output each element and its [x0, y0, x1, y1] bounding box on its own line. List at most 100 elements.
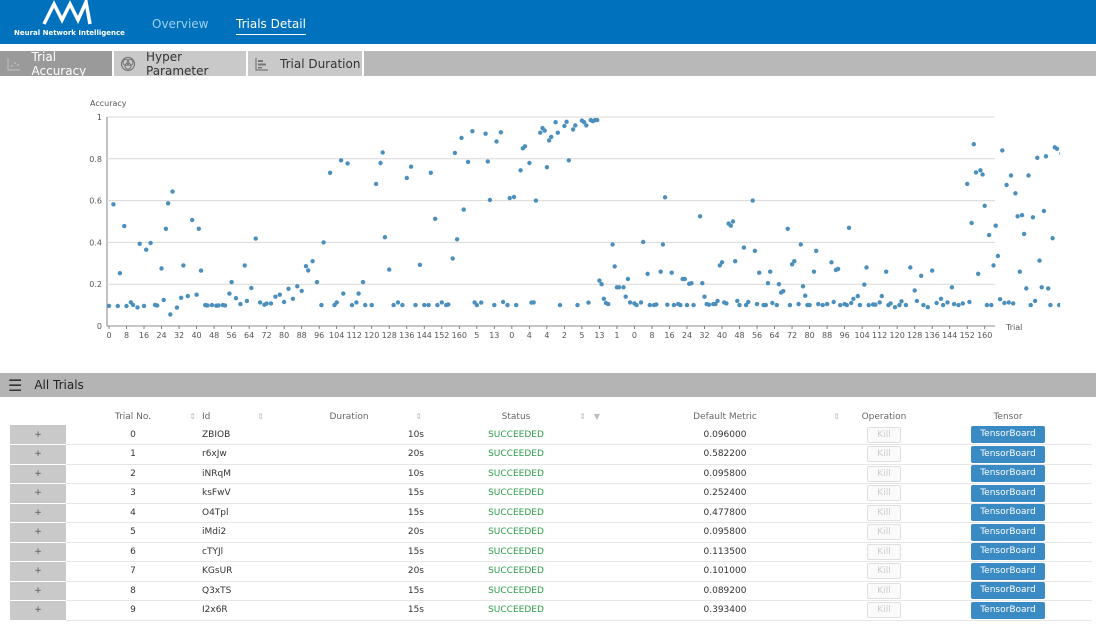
data-point[interactable] [1057, 302, 1060, 308]
data-point[interactable] [971, 142, 976, 147]
data-point[interactable] [141, 303, 147, 309]
data-point[interactable] [700, 281, 705, 286]
data-point[interactable] [168, 312, 173, 317]
nav-overview[interactable]: Overview [152, 17, 209, 31]
data-point[interactable] [986, 232, 992, 238]
data-point[interactable] [733, 259, 738, 264]
data-point[interactable] [960, 301, 965, 306]
data-point[interactable] [229, 279, 234, 285]
data-point[interactable] [702, 294, 707, 299]
data-point[interactable] [1054, 146, 1060, 151]
kill-button[interactable]: Kill [867, 524, 901, 541]
data-point[interactable] [930, 268, 935, 273]
data-point[interactable] [281, 299, 287, 305]
data-point[interactable] [785, 226, 790, 231]
data-point[interactable] [625, 276, 631, 282]
data-point[interactable] [897, 302, 902, 308]
data-point[interactable] [634, 302, 639, 308]
data-point[interactable] [849, 300, 854, 306]
data-point[interactable] [144, 247, 149, 252]
data-point[interactable] [174, 305, 180, 310]
data-point[interactable] [209, 302, 215, 308]
data-point[interactable] [242, 263, 247, 268]
data-point[interactable] [866, 302, 871, 308]
data-point[interactable] [422, 302, 427, 308]
data-point[interactable] [474, 302, 479, 308]
kill-button[interactable]: Kill [867, 602, 901, 619]
data-point[interactable] [820, 302, 825, 308]
data-point[interactable] [233, 296, 239, 301]
data-point[interactable] [286, 286, 291, 291]
data-point[interactable] [967, 299, 972, 305]
data-point[interactable] [369, 302, 374, 308]
data-point[interactable] [400, 302, 405, 308]
data-point[interactable] [349, 302, 355, 308]
tensorboard-button[interactable]: TensorBoard [971, 445, 1045, 463]
data-point[interactable] [161, 297, 166, 303]
data-point[interactable] [984, 302, 990, 308]
data-point[interactable] [623, 294, 628, 299]
data-point[interactable] [1026, 173, 1031, 178]
data-point[interactable] [227, 291, 232, 296]
data-point[interactable] [566, 158, 571, 163]
data-point[interactable] [835, 266, 841, 272]
kill-button[interactable]: Kill [867, 446, 901, 463]
data-point[interactable] [595, 117, 600, 123]
data-point[interactable] [691, 302, 696, 308]
data-point[interactable] [314, 279, 320, 285]
data-point[interactable] [884, 269, 889, 274]
data-point[interactable] [754, 301, 760, 307]
data-point[interactable] [544, 165, 550, 170]
data-point[interactable] [439, 300, 444, 305]
data-point[interactable] [973, 170, 979, 175]
data-point[interactable] [514, 302, 519, 308]
data-point[interactable] [938, 296, 944, 301]
data-point[interactable] [757, 270, 762, 275]
data-point[interactable] [912, 288, 917, 293]
data-point[interactable] [919, 273, 924, 278]
data-point[interactable] [1035, 155, 1040, 160]
data-point[interactable] [715, 298, 720, 304]
data-point[interactable] [925, 305, 930, 310]
kill-button[interactable]: Kill [867, 563, 901, 580]
data-point[interactable] [654, 302, 659, 307]
data-point[interactable] [404, 175, 409, 181]
data-point[interactable] [792, 259, 797, 264]
data-point[interactable] [599, 282, 604, 287]
data-point[interactable] [993, 223, 998, 228]
data-point[interactable] [124, 303, 129, 309]
expand-row-button[interactable]: + [10, 581, 66, 601]
kill-button[interactable]: Kill [867, 582, 901, 599]
data-point[interactable] [360, 279, 366, 285]
tensorboard-button[interactable]: TensorBoard [971, 465, 1045, 483]
data-point[interactable] [997, 297, 1003, 302]
data-point[interactable] [982, 203, 987, 208]
data-point[interactable] [669, 270, 674, 275]
data-point[interactable] [395, 300, 401, 305]
column-duration[interactable]: Duration ⇕ [272, 408, 426, 425]
tab-trial-accuracy[interactable]: Trial Accuracy [0, 50, 114, 78]
data-point[interactable] [196, 226, 201, 231]
data-point[interactable] [205, 303, 210, 308]
data-point[interactable] [1046, 286, 1051, 291]
data-point[interactable] [417, 262, 423, 267]
data-point[interactable] [492, 302, 497, 308]
data-point[interactable] [1041, 208, 1047, 214]
data-point[interactable] [774, 302, 779, 308]
data-point[interactable] [1050, 236, 1055, 241]
data-point[interactable] [426, 302, 431, 308]
data-point[interactable] [459, 135, 464, 141]
expand-row-button[interactable]: + [10, 542, 66, 562]
data-point[interactable] [776, 282, 782, 287]
data-point[interactable] [527, 160, 532, 166]
data-point[interactable] [190, 217, 195, 223]
data-point[interactable] [507, 195, 512, 201]
data-point[interactable] [803, 293, 808, 298]
tensorboard-button[interactable]: TensorBoard [971, 484, 1045, 502]
data-point[interactable] [862, 282, 867, 287]
data-point[interactable] [831, 299, 836, 305]
data-point[interactable] [1019, 213, 1025, 218]
data-point[interactable] [549, 134, 554, 140]
data-point[interactable] [345, 161, 350, 166]
data-point[interactable] [892, 305, 898, 310]
